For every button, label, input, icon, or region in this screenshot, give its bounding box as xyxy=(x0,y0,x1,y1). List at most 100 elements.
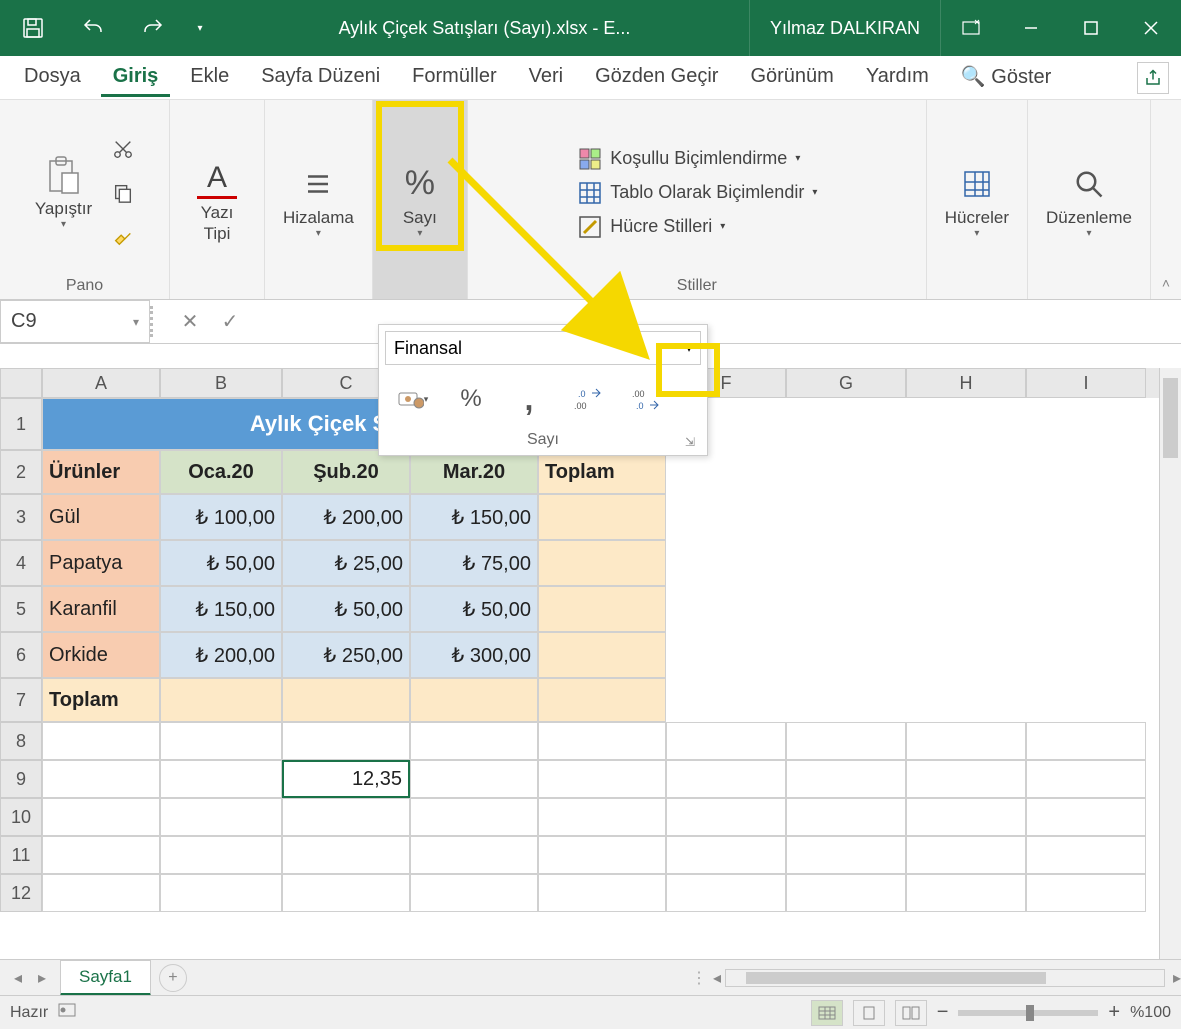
cell-header-m1[interactable]: Oca.20 xyxy=(160,450,282,494)
conditional-formatting-button[interactable]: Koşullu Biçimlendirme▾ xyxy=(576,145,817,173)
column-header-B[interactable]: B xyxy=(160,368,282,398)
font-group-button[interactable]: A Yazı Tipi xyxy=(182,153,252,250)
sheet-nav-prev[interactable]: ◂ xyxy=(8,968,28,988)
cell-product-1[interactable]: Papatya xyxy=(42,540,160,586)
cell-empty-7-4[interactable] xyxy=(538,722,666,760)
column-header-A[interactable]: A xyxy=(42,368,160,398)
tab-help[interactable]: Yardım xyxy=(854,59,941,97)
cell-empty-9-1[interactable] xyxy=(160,798,282,836)
tab-insert[interactable]: Ekle xyxy=(178,59,241,97)
row-header-5[interactable]: 5 xyxy=(0,586,42,632)
cell-empty-7-7[interactable] xyxy=(906,722,1026,760)
column-header-G[interactable]: G xyxy=(786,368,906,398)
cell-rowtotal-0[interactable] xyxy=(538,494,666,540)
column-header-I[interactable]: I xyxy=(1026,368,1146,398)
cell-empty-10-2[interactable] xyxy=(282,836,410,874)
decrease-decimal-button[interactable]: .00.0 xyxy=(625,379,665,419)
page-break-view-button[interactable] xyxy=(895,1000,927,1026)
vertical-scrollbar[interactable] xyxy=(1159,368,1181,959)
cell-empty-8-3[interactable] xyxy=(410,760,538,798)
cell-empty-10-5[interactable] xyxy=(666,836,786,874)
copy-button[interactable] xyxy=(105,175,141,211)
spreadsheet-grid[interactable]: ABCDEFGHI 123456789101112 Aylık Çiçek Sa… xyxy=(0,368,1181,959)
row-header-4[interactable]: 4 xyxy=(0,540,42,586)
cell-empty-7-6[interactable] xyxy=(786,722,906,760)
tab-file[interactable]: Dosya xyxy=(12,59,93,97)
cell-value-0-2[interactable]: ₺ 150,00 xyxy=(410,494,538,540)
cell-empty-8-8[interactable] xyxy=(1026,760,1146,798)
cell-header-total[interactable]: Toplam xyxy=(538,450,666,494)
tab-view[interactable]: Görünüm xyxy=(738,59,845,97)
page-layout-view-button[interactable] xyxy=(853,1000,885,1026)
cell-empty-11-1[interactable] xyxy=(160,874,282,912)
cell-value-2-2[interactable]: ₺ 50,00 xyxy=(410,586,538,632)
cell-empty-11-5[interactable] xyxy=(666,874,786,912)
tab-review[interactable]: Gözden Geçir xyxy=(583,59,730,97)
paste-button[interactable]: Yapıştır ▾ xyxy=(29,149,99,236)
row-header-1[interactable]: 1 xyxy=(0,398,42,450)
cells-group-button[interactable]: Hücreler ▾ xyxy=(939,158,1015,245)
cell-empty-10-3[interactable] xyxy=(410,836,538,874)
sheet-nav-next[interactable]: ▸ xyxy=(32,968,52,988)
cell-header-m3[interactable]: Mar.20 xyxy=(410,450,538,494)
row-header-7[interactable]: 7 xyxy=(0,678,42,722)
cell-empty-10-7[interactable] xyxy=(906,836,1026,874)
cell-empty-8-1[interactable] xyxy=(160,760,282,798)
cell-value-0-1[interactable]: ₺ 200,00 xyxy=(282,494,410,540)
accounting-format-button[interactable]: ▾ xyxy=(393,379,433,419)
cell-product-3[interactable]: Orkide xyxy=(42,632,160,678)
close-button[interactable] xyxy=(1121,0,1181,56)
cancel-formula-button[interactable]: ✕ xyxy=(172,304,208,340)
name-box[interactable]: C9▾ xyxy=(0,300,150,343)
horizontal-scrollbar[interactable] xyxy=(725,969,1165,987)
cell-value-3-1[interactable]: ₺ 250,00 xyxy=(282,632,410,678)
row-header-6[interactable]: 6 xyxy=(0,632,42,678)
tab-data[interactable]: Veri xyxy=(517,59,575,97)
cell-coltotal-3[interactable] xyxy=(410,678,538,722)
cell-empty-11-6[interactable] xyxy=(786,874,906,912)
number-dialog-launcher[interactable]: ⇲ xyxy=(685,435,701,451)
cell-rowtotal-1[interactable] xyxy=(538,540,666,586)
cell-rowtotal-3[interactable] xyxy=(538,632,666,678)
cell-empty-11-4[interactable] xyxy=(538,874,666,912)
cell-empty-8-0[interactable] xyxy=(42,760,160,798)
cell-header-products[interactable]: Ürünler xyxy=(42,450,160,494)
row-header-8[interactable]: 8 xyxy=(0,722,42,760)
format-painter-button[interactable] xyxy=(105,219,141,255)
cell-empty-11-8[interactable] xyxy=(1026,874,1146,912)
cell-empty-9-2[interactable] xyxy=(282,798,410,836)
cell-product-0[interactable]: Gül xyxy=(42,494,160,540)
cell-empty-10-8[interactable] xyxy=(1026,836,1146,874)
tab-formulas[interactable]: Formüller xyxy=(400,59,508,97)
cell-empty-10-0[interactable] xyxy=(42,836,160,874)
row-header-9[interactable]: 9 xyxy=(0,760,42,798)
share-button[interactable] xyxy=(1137,62,1169,94)
cell-empty-9-8[interactable] xyxy=(1026,798,1146,836)
cell-value-0-0[interactable]: ₺ 100,00 xyxy=(160,494,282,540)
format-as-table-button[interactable]: Tablo Olarak Biçimlendir▾ xyxy=(576,179,817,207)
zoom-level[interactable]: %100 xyxy=(1130,1004,1171,1022)
cell-value-3-2[interactable]: ₺ 300,00 xyxy=(410,632,538,678)
cell-empty-7-1[interactable] xyxy=(160,722,282,760)
row-header-12[interactable]: 12 xyxy=(0,874,42,912)
cell-value-1-0[interactable]: ₺ 50,00 xyxy=(160,540,282,586)
normal-view-button[interactable] xyxy=(811,1000,843,1026)
cell-total-label[interactable]: Toplam xyxy=(42,678,160,722)
cell-empty-8-7[interactable] xyxy=(906,760,1026,798)
undo-button[interactable] xyxy=(68,0,118,56)
comma-style-button[interactable]: , xyxy=(509,379,549,419)
cell-value-2-0[interactable]: ₺ 150,00 xyxy=(160,586,282,632)
column-header-H[interactable]: H xyxy=(906,368,1026,398)
redo-button[interactable] xyxy=(128,0,178,56)
cell-empty-7-3[interactable] xyxy=(410,722,538,760)
add-sheet-button[interactable]: + xyxy=(159,964,187,992)
cell-empty-10-6[interactable] xyxy=(786,836,906,874)
cell-empty-9-4[interactable] xyxy=(538,798,666,836)
zoom-out-button[interactable]: − xyxy=(937,1001,949,1024)
cell-empty-11-3[interactable] xyxy=(410,874,538,912)
cell-empty-8-4[interactable] xyxy=(538,760,666,798)
row-header-10[interactable]: 10 xyxy=(0,798,42,836)
cell-coltotal-4[interactable] xyxy=(538,678,666,722)
cell-empty-11-2[interactable] xyxy=(282,874,410,912)
cell-styles-button[interactable]: Hücre Stilleri▾ xyxy=(576,213,817,241)
